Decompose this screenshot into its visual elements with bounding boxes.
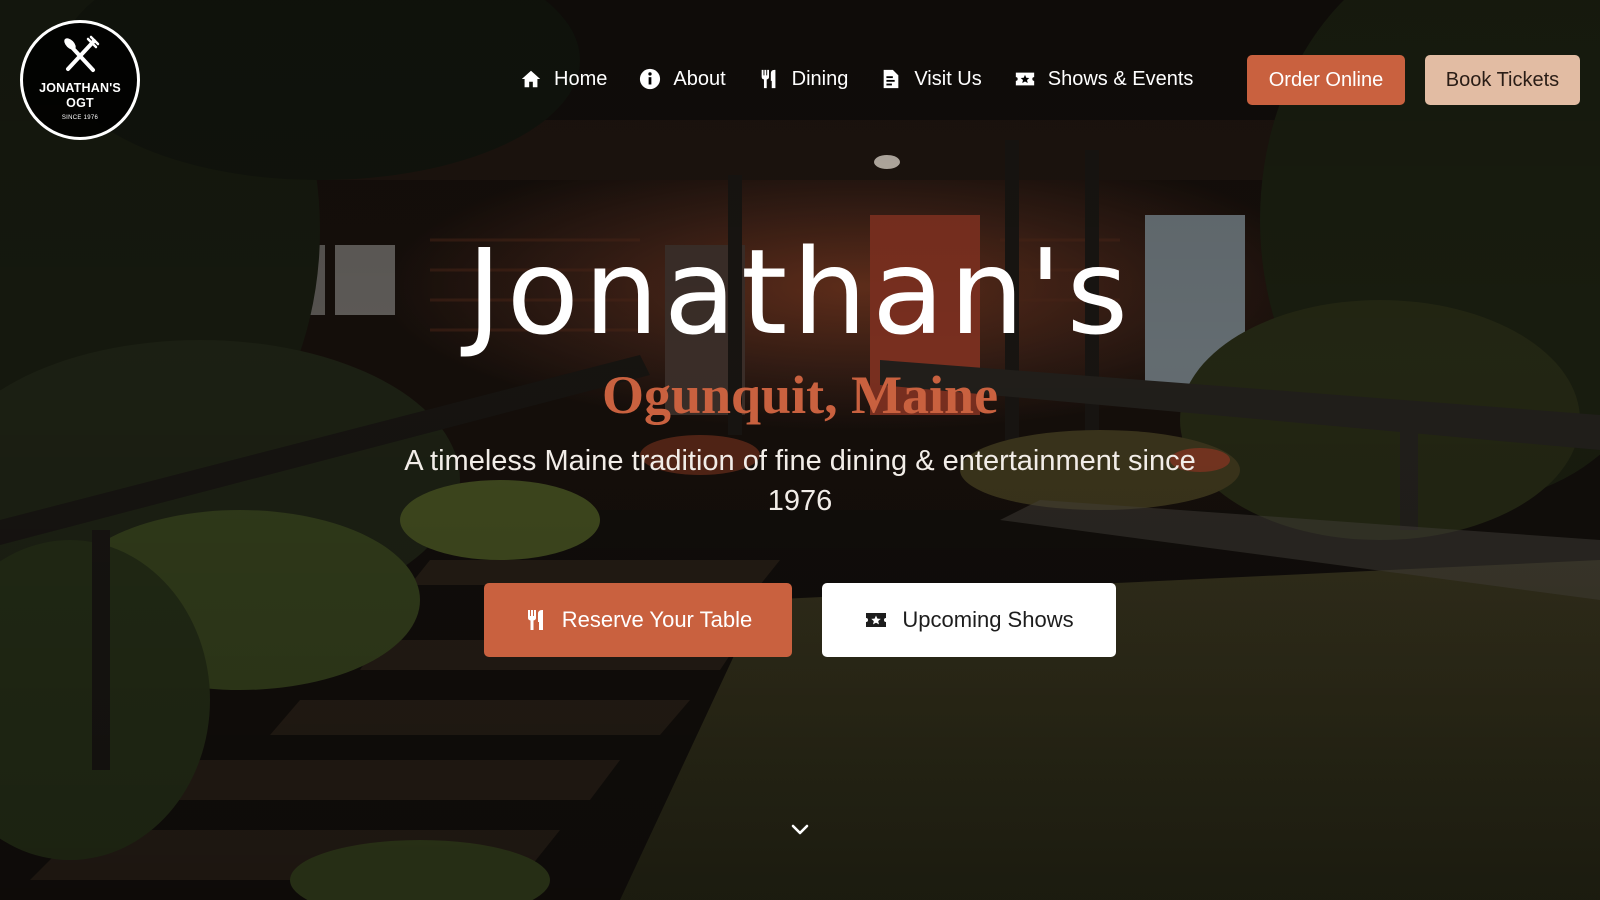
hero-section: JONATHAN'S OGT SINCE 1976 Home About Din… [0,0,1600,900]
hero-subtitle: Ogunquit, Maine [601,365,999,425]
book-tickets-button[interactable]: Book Tickets [1425,55,1580,105]
nav-item-label: Shows & Events [1047,67,1194,90]
fork-knife-icon [64,35,100,72]
reserve-table-button[interactable]: Reserve Your Table [484,583,792,657]
nav-item-label: Visit Us [914,67,982,90]
map-icon [883,69,899,89]
hero-cta-row: Reserve Your Table Upcoming Shows [0,583,1600,657]
nav-item-label: Dining [791,67,849,90]
nav-item-label: About [673,67,726,90]
upcoming-shows-button[interactable]: Upcoming Shows [822,583,1116,657]
reserve-table-label: Reserve Your Table [561,607,753,632]
nav-item-home[interactable]: Home [520,68,607,91]
site-logo[interactable]: JONATHAN'S OGT SINCE 1976 [20,20,140,140]
hero-title: Jonathan's [466,223,1134,361]
main-navigation: Home About Dining Visit Us Shows & Event… [520,62,1193,96]
nav-item-visit-us[interactable]: Visit Us [880,67,982,91]
chevron-down-icon[interactable] [789,818,811,840]
ticket-icon [1015,72,1034,86]
nav-item-dining[interactable]: Dining [758,67,849,91]
nav-item-label: Home [554,67,608,90]
utensils-icon [761,69,776,89]
hero-tagline: A timeless Maine tradition of fine dinin… [404,445,1196,517]
logo-name: JONATHAN'S OGT [39,81,121,110]
nav-item-about[interactable]: About [639,67,726,91]
logo-since: SINCE 1976 [61,115,99,121]
nav-item-shows-events[interactable]: Shows & Events [1014,67,1194,91]
order-online-button[interactable]: Order Online [1247,55,1405,105]
info-icon [640,68,661,90]
upcoming-shows-label: Upcoming Shows [902,607,1074,632]
utensils-icon [527,610,543,630]
home-icon [521,70,541,88]
ticket-icon [866,613,887,627]
